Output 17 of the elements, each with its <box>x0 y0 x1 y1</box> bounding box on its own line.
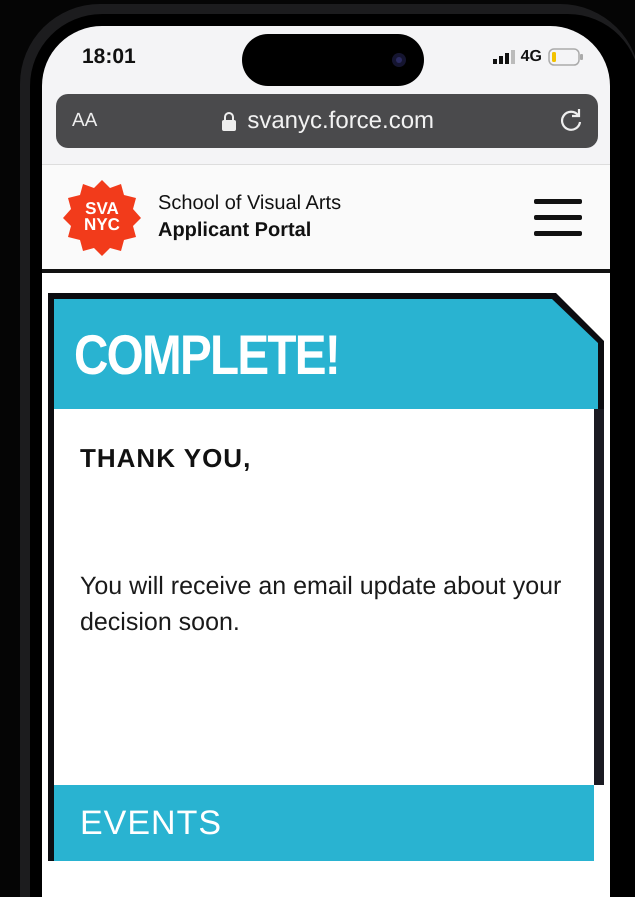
events-heading: EVENTS <box>80 804 222 842</box>
text-size-button[interactable]: AA <box>72 110 98 132</box>
battery-icon <box>548 48 584 66</box>
greeting-text: THANK YOU, <box>80 443 252 474</box>
signal-icon <box>492 50 515 64</box>
network-label: 4G <box>520 48 542 66</box>
address-bar[interactable]: AA svanyc.force.com <box>56 94 598 148</box>
status-time: 18:01 <box>82 45 137 69</box>
portal-title: Applicant Portal <box>158 219 312 242</box>
school-logo[interactable]: SVA NYC <box>62 178 142 256</box>
reload-icon[interactable] <box>558 108 584 134</box>
lock-icon <box>221 111 238 131</box>
school-name: School of Visual Arts <box>158 192 342 215</box>
decision-message: You will receive an email update about your decision soon. <box>80 571 562 638</box>
complete-heading: COMPLETE! <box>74 322 339 386</box>
url-text: svanyc.force.com <box>247 107 434 135</box>
camera-lens-icon <box>392 53 406 67</box>
